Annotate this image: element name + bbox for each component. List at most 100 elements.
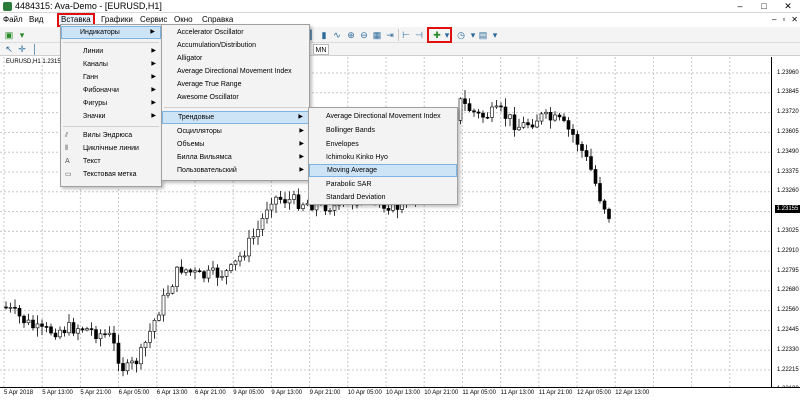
menu-item-volumes[interactable]: Объемы ▶: [162, 138, 309, 151]
price-tick-label: 1.22330: [777, 346, 799, 353]
price-tick-label: 1.23720: [777, 109, 799, 116]
candle-bear: [94, 329, 98, 340]
menu-item-trend-adx[interactable]: Average Directional Movement Index: [309, 110, 457, 123]
candle-bear: [472, 110, 476, 113]
mdi-minimize-button[interactable]: –: [772, 13, 776, 27]
autoscroll-right-icon[interactable]: ⊣: [413, 29, 425, 41]
candle-bear: [44, 326, 49, 328]
candle-bear: [580, 144, 584, 151]
autoscroll-icon[interactable]: ⇥: [384, 29, 396, 41]
candle-bear: [589, 156, 593, 170]
candle-bear: [571, 128, 575, 135]
candle-bull: [26, 319, 31, 324]
price-tick-label: 1.23845: [777, 89, 799, 96]
candle-chart-icon[interactable]: ▮: [318, 29, 330, 41]
candle-bear: [4, 306, 8, 309]
candle-bull: [85, 328, 89, 331]
menu-item-bollinger-bands[interactable]: Bollinger Bands: [309, 124, 457, 137]
menu-item-ichimoku[interactable]: Ichimoku Kinko Hyo: [309, 151, 457, 164]
candle-bull: [143, 342, 148, 348]
pitchfork-icon: ⫽: [65, 132, 69, 139]
menu-item-atr[interactable]: Average True Range: [162, 78, 309, 91]
app-icon: [3, 2, 12, 11]
window-title: 4484315: Ava-Demo - [EURUSD,H1]: [15, 1, 162, 11]
candle-bear: [89, 328, 94, 330]
templates-dropdown-icon[interactable]: ▾: [489, 29, 501, 41]
candle-bull: [220, 276, 224, 278]
line-chart-icon[interactable]: ∿: [331, 29, 343, 41]
menu-item-moving-average[interactable]: Moving Average: [309, 164, 457, 177]
candle-bear: [386, 208, 391, 211]
menu-item-parabolic-sar[interactable]: Parabolic SAR: [309, 178, 457, 191]
price-tick-label: 1.22560: [777, 307, 799, 314]
menu-item-text[interactable]: A Текст: [61, 155, 161, 168]
candle-bear: [13, 307, 17, 309]
candle-bull: [251, 236, 256, 239]
zoom-in-icon[interactable]: ⊕: [345, 29, 357, 41]
menu-item-andrews-pitchfork[interactable]: ⫽ Вилы Эндрюса: [61, 129, 161, 142]
menu-item-alligator[interactable]: Alligator: [162, 52, 309, 65]
candle-bull: [107, 332, 112, 335]
periods-icon[interactable]: ◷: [455, 29, 467, 41]
menu-item-bill-williams[interactable]: Билла Вильямса ▶: [162, 151, 309, 164]
candle-bear: [548, 111, 553, 121]
menu-item-standard-deviation[interactable]: Standard Deviation: [309, 191, 457, 204]
candle-bull: [67, 322, 71, 334]
close-button[interactable]: ✕: [776, 0, 800, 13]
menu-item-oscillators[interactable]: Осцилляторы ▶: [162, 125, 309, 138]
new-chart-icon[interactable]: ▣: [3, 29, 15, 41]
text-icon: A: [65, 158, 70, 165]
menu-view[interactable]: Вид: [29, 13, 43, 27]
menu-item-channels[interactable]: Каналы ▶: [61, 58, 161, 71]
templates-icon[interactable]: ▤: [477, 29, 489, 41]
menu-item-indicators[interactable]: Индикаторы ▶: [61, 26, 161, 39]
menu-item-trend[interactable]: Трендовые ▶: [162, 111, 309, 124]
time-tick-label: 12 Apr 05:00: [577, 390, 612, 396]
time-tick-label: 11 Apr 05:00: [462, 390, 496, 396]
candle-bull: [184, 269, 188, 273]
chart-shift-icon[interactable]: ⊢: [400, 29, 412, 41]
menu-item-fibonacci[interactable]: Фибоначчи ▶: [61, 84, 161, 97]
candle-bear: [296, 194, 301, 209]
menu-item-accumulation-distribution[interactable]: Accumulation/Distribution: [162, 39, 309, 52]
candle-bull: [539, 113, 544, 122]
candle-bull: [170, 286, 175, 294]
cursor-icon[interactable]: ↖: [3, 43, 15, 55]
menu-item-awesome-oscillator[interactable]: Awesome Oscillator: [162, 91, 309, 104]
candle-bear: [197, 270, 202, 273]
mdi-close-button[interactable]: ✕: [791, 13, 798, 27]
timeframe-mn-button[interactable]: MN: [313, 44, 329, 55]
menu-item-custom[interactable]: Пользовательский ▶: [162, 164, 309, 177]
menu-item-lines[interactable]: Линии ▶: [61, 45, 161, 58]
candle-bear: [116, 342, 121, 364]
maximize-button[interactable]: □: [752, 0, 776, 13]
menu-item-arrows[interactable]: Значки ▶: [61, 110, 161, 123]
minimize-button[interactable]: –: [728, 0, 752, 13]
menu-item-gann[interactable]: Ганн ▶: [61, 71, 161, 84]
menu-item-text-label[interactable]: ▭ Текстовая метка: [61, 168, 161, 181]
candle-bull: [301, 204, 305, 209]
candle-bear: [530, 124, 535, 128]
time-tick-label: 5 Apr 13:00: [42, 390, 73, 396]
candle-bear: [80, 328, 85, 331]
vertical-line-icon[interactable]: │: [29, 43, 41, 55]
zoom-out-icon[interactable]: ⊖: [358, 29, 370, 41]
tile-windows-icon[interactable]: ▦: [371, 29, 383, 41]
insert-menu: Индикаторы ▶ Линии ▶ Каналы ▶ Ганн ▶ Фибонач…: [60, 24, 162, 187]
menu-item-cycle-lines[interactable]: ⦀ Циклічные линии: [61, 142, 161, 155]
menu-item-envelopes[interactable]: Envelopes: [309, 138, 457, 151]
price-tick-label: 1.23260: [777, 188, 799, 195]
candle-bear: [112, 332, 116, 344]
crosshair-icon[interactable]: ✛: [16, 43, 28, 55]
menu-file[interactable]: Файл: [3, 13, 23, 27]
candle-bull: [161, 294, 166, 316]
menu-item-accelerator-oscillator[interactable]: Accelerator Oscillator: [162, 26, 309, 39]
candle-bear: [607, 208, 611, 219]
menu-item-adx[interactable]: Average Directional Movement Index: [162, 65, 309, 78]
menu-item-shapes[interactable]: Фигуры ▶: [61, 97, 161, 110]
time-tick-label: 5 Apr 2018: [4, 390, 34, 396]
profiles-icon[interactable]: ▾: [16, 29, 28, 41]
mdi-restore-button[interactable]: ▫: [782, 13, 785, 27]
price-tick-label: 1.22215: [777, 366, 799, 373]
indicators-submenu: Accelerator Oscillator Accumulation/Dist…: [161, 24, 310, 181]
